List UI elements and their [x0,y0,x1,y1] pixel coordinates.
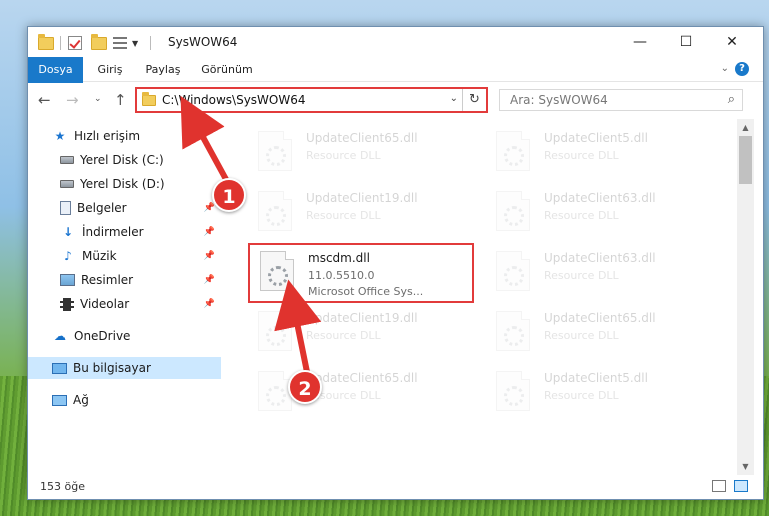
annotation-arrow-1 [180,95,233,188]
step-marker-2: 2 [288,370,322,404]
step-marker-1: 1 [212,178,246,212]
annotation-arrow-2 [274,279,322,377]
annotation-overlay [180,95,322,377]
